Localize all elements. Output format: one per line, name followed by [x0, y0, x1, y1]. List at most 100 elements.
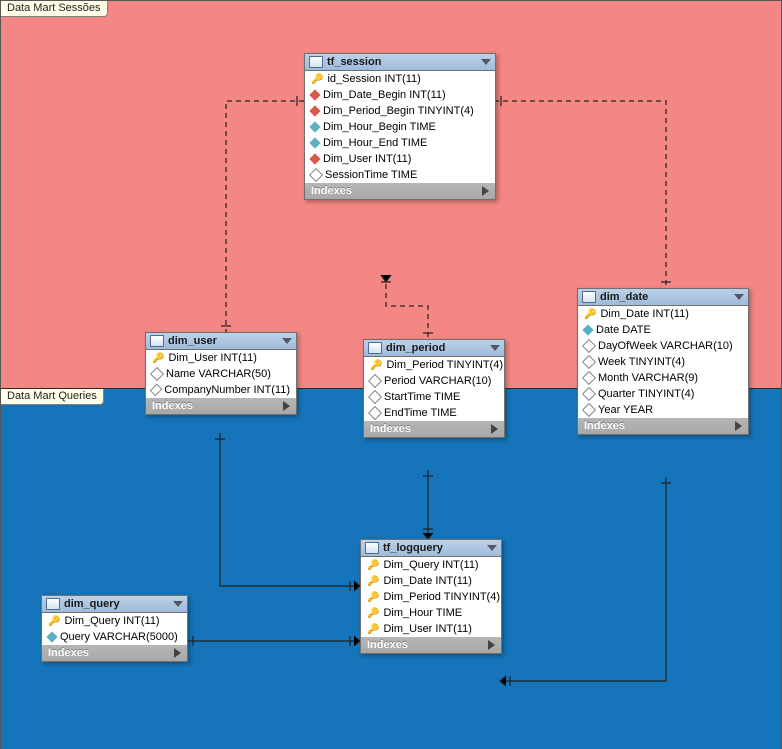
- columns-list: 🔑id_Session INT(11) Dim_Date_Begin INT(11…: [305, 71, 495, 183]
- column-row[interactable]: Dim_Hour_Begin TIME: [305, 119, 495, 135]
- table-header[interactable]: tf_logquery: [361, 540, 501, 557]
- column-text: Dim_Date_Begin INT(11): [323, 89, 446, 101]
- columns-list: 🔑Dim_Period TINYINT(4) Period VARCHAR(10)…: [364, 357, 504, 421]
- table-header[interactable]: dim_date: [578, 289, 748, 306]
- column-row[interactable]: 🔑Dim_Period TINYINT(4): [364, 357, 504, 373]
- column-text: StartTime TIME: [384, 391, 460, 403]
- column-text: DayOfWeek VARCHAR(10): [598, 340, 733, 352]
- table-dim-query[interactable]: dim_query 🔑Dim_Query INT(11) Query VARCHA…: [41, 595, 188, 662]
- column-row[interactable]: Period VARCHAR(10): [364, 373, 504, 389]
- primary-key-icon: 🔑: [367, 592, 379, 603]
- column-row[interactable]: Year YEAR: [578, 402, 748, 418]
- table-header[interactable]: dim_period: [364, 340, 504, 357]
- expand-icon: [491, 424, 498, 434]
- table-dim-date[interactable]: dim_date 🔑 Dim_Date INT(11) Date DATE DayOf…: [577, 288, 749, 435]
- table-icon: [368, 342, 382, 354]
- column-row[interactable]: 🔑Dim_Query INT(11): [42, 613, 187, 629]
- column-text: Dim_Period TINYINT(4): [383, 591, 500, 603]
- column-row[interactable]: Week TINYINT(4): [578, 354, 748, 370]
- columns-list: 🔑 Dim_Date INT(11) Date DATE DayOfWeek VARC…: [578, 306, 748, 418]
- indexes-section[interactable]: Indexes: [364, 421, 504, 437]
- column-row[interactable]: SessionTime TIME: [305, 167, 495, 183]
- table-title: tf_logquery: [383, 542, 483, 554]
- indexes-section[interactable]: Indexes: [361, 637, 501, 653]
- indexes-section[interactable]: Indexes: [42, 645, 187, 661]
- table-header[interactable]: dim_user: [146, 333, 296, 350]
- column-text: Query VARCHAR(5000): [60, 631, 178, 643]
- table-header[interactable]: dim_query: [42, 596, 187, 613]
- column-row[interactable]: 🔑 Dim_Date INT(11): [578, 306, 748, 322]
- foreign-key-icon: [309, 105, 320, 116]
- columns-list: 🔑Dim_Query INT(11) Query VARCHAR(5000): [42, 613, 187, 645]
- indexes-label: Indexes: [311, 185, 352, 197]
- column-row[interactable]: Dim_Period_Begin TINYINT(4): [305, 103, 495, 119]
- collapse-icon[interactable]: [481, 59, 491, 65]
- column-row[interactable]: Month VARCHAR(9): [578, 370, 748, 386]
- column-text: Dim_User INT(11): [383, 623, 471, 635]
- table-tf-session[interactable]: tf_session 🔑id_Session INT(11) Dim_Date_B…: [304, 53, 496, 200]
- table-icon: [309, 56, 323, 68]
- column-row[interactable]: 🔑id_Session INT(11): [305, 71, 495, 87]
- indexes-section[interactable]: Indexes: [146, 398, 296, 414]
- column-text: Dim_Hour TIME: [383, 607, 462, 619]
- collapse-icon[interactable]: [487, 545, 497, 551]
- indexes-section[interactable]: Indexes: [578, 418, 748, 434]
- column-text: Week TINYINT(4): [598, 356, 685, 368]
- column-row[interactable]: 🔑 Dim_Period TINYINT(4): [361, 589, 501, 605]
- table-title: tf_session: [327, 56, 477, 68]
- column-row[interactable]: Name VARCHAR(50): [146, 366, 296, 382]
- collapse-icon[interactable]: [490, 345, 500, 351]
- table-title: dim_query: [64, 598, 169, 610]
- column-row[interactable]: CompanyNumber INT(11): [146, 382, 296, 398]
- indexes-label: Indexes: [370, 423, 411, 435]
- indexes-label: Indexes: [48, 647, 89, 659]
- primary-key-icon: 🔑: [584, 309, 596, 320]
- column-icon: [582, 355, 596, 369]
- table-icon: [150, 335, 164, 347]
- table-title: dim_period: [386, 342, 486, 354]
- column-text: SessionTime TIME: [325, 169, 417, 181]
- column-text: Dim_Query INT(11): [64, 615, 159, 627]
- indexes-label: Indexes: [152, 400, 193, 412]
- column-text: Month VARCHAR(9): [598, 372, 698, 384]
- collapse-icon[interactable]: [173, 601, 183, 607]
- column-row[interactable]: Dim_Date_Begin INT(11): [305, 87, 495, 103]
- column-row[interactable]: 🔑Dim_User INT(11): [361, 621, 501, 637]
- collapse-icon[interactable]: [282, 338, 292, 344]
- column-row[interactable]: 🔑Dim_User INT(11): [146, 350, 296, 366]
- primary-key-icon: 🔑: [367, 608, 379, 619]
- column-text: Dim_Date INT(11): [600, 308, 688, 320]
- table-header[interactable]: tf_session: [305, 54, 495, 71]
- columns-list: 🔑Dim_User INT(11)Name VARCHAR(50)Company…: [146, 350, 296, 398]
- column-row[interactable]: Date DATE: [578, 322, 748, 338]
- column-row[interactable]: DayOfWeek VARCHAR(10): [578, 338, 748, 354]
- column-row[interactable]: Query VARCHAR(5000): [42, 629, 187, 645]
- er-diagram-canvas[interactable]: Data Mart Sessões Data Mart Queries .rel…: [0, 0, 782, 749]
- column-row[interactable]: Quarter TINYINT(4): [578, 386, 748, 402]
- column-icon: [368, 390, 382, 404]
- column-row[interactable]: 🔑Dim_Date INT(11): [361, 573, 501, 589]
- table-dim-period[interactable]: dim_period 🔑Dim_Period TINYINT(4) Period …: [363, 339, 505, 438]
- column-row[interactable]: StartTime TIME: [364, 389, 504, 405]
- column-text: Dim_Period_Begin TINYINT(4): [323, 105, 474, 117]
- column-text: id_Session INT(11): [327, 73, 420, 85]
- primary-key-icon: 🔑: [367, 560, 379, 571]
- table-tf-logquery[interactable]: tf_logquery 🔑Dim_Query INT(11)🔑Dim_Date …: [360, 539, 502, 654]
- indexes-section[interactable]: Indexes: [305, 183, 495, 199]
- table-icon: [46, 598, 60, 610]
- column-row[interactable]: 🔑Dim_Query INT(11): [361, 557, 501, 573]
- table-dim-user[interactable]: dim_user 🔑Dim_User INT(11)Name VARCHAR(5…: [145, 332, 297, 415]
- expand-icon: [735, 421, 742, 431]
- primary-key-icon: 🔑: [152, 353, 164, 364]
- expand-icon: [488, 640, 495, 650]
- foreign-key-icon: [309, 89, 320, 100]
- column-row[interactable]: Dim_Hour_End TIME: [305, 135, 495, 151]
- column-text: Period VARCHAR(10): [384, 375, 491, 387]
- column-row[interactable]: 🔑 Dim_Hour TIME: [361, 605, 501, 621]
- column-text: Dim_User INT(11): [323, 153, 411, 165]
- column-text: Dim_Hour_Begin TIME: [323, 121, 436, 133]
- column-row[interactable]: Dim_User INT(11): [305, 151, 495, 167]
- collapse-icon[interactable]: [734, 294, 744, 300]
- column-row[interactable]: EndTime TIME: [364, 405, 504, 421]
- column-icon: [368, 374, 382, 388]
